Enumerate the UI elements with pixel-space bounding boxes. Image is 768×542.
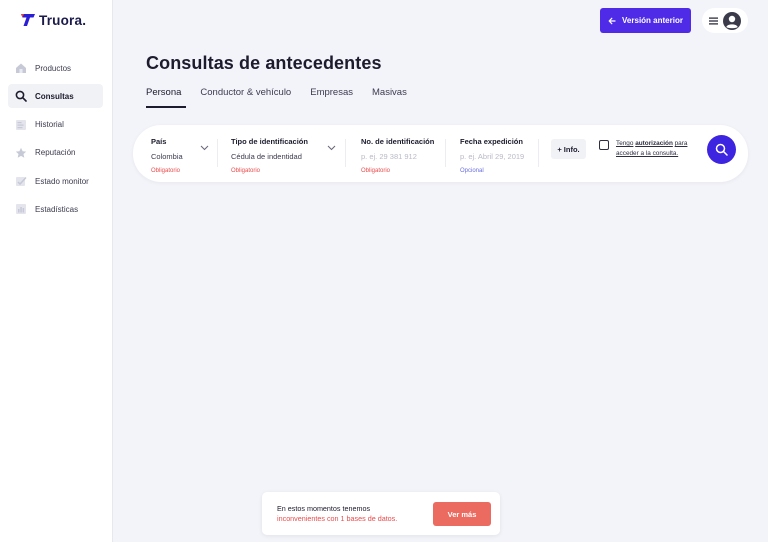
database-warning-toast: En estos momentos tenemos inconvenientes…	[262, 492, 500, 535]
history-icon	[15, 119, 27, 131]
arrow-left-icon	[608, 17, 616, 24]
id-type-required-note: Obligatorio	[231, 168, 261, 174]
previous-version-label: Versión anterior	[622, 16, 683, 25]
search-form: País Colombia Obligatorio Tipo de identi…	[133, 125, 748, 182]
id-type-value: Cédula de indentidad	[231, 152, 302, 161]
sidebar-item-consultas[interactable]: Consultas	[8, 84, 103, 109]
star-icon	[15, 147, 27, 159]
tab-conductor-vehiculo[interactable]: Conductor & vehículo	[200, 86, 291, 108]
sidebar-item-label: Estado monitor	[35, 176, 89, 186]
authorization-checkbox[interactable]	[599, 140, 609, 150]
id-type-select[interactable]: Tipo de identificación Cédula de indenti…	[231, 137, 308, 174]
see-more-button[interactable]: Ver más	[433, 502, 491, 526]
toast-line2: inconvenientes con 1 bases de datos.	[277, 514, 398, 523]
sidebar-item-reputacion[interactable]: Reputación	[8, 141, 103, 165]
sidebar-item-label: Historial	[35, 120, 64, 130]
field-divider	[445, 139, 446, 167]
auth-prefix: Tengo	[616, 140, 634, 147]
sidebar-item-label: Reputación	[35, 148, 76, 158]
toast-line1: En estos momentos tenemos	[277, 504, 371, 513]
query-tabs: Persona Conductor & vehículo Empresas Ma…	[146, 86, 426, 108]
id-number-required-note: Obligatorio	[361, 168, 391, 174]
search-icon	[15, 90, 27, 103]
chevron-down-icon[interactable]	[200, 145, 209, 151]
country-required-note: Obligatorio	[151, 168, 181, 174]
search-icon	[715, 143, 728, 156]
issue-date-optional-note: Opcional	[460, 168, 484, 174]
sidebar-item-historial[interactable]: Historial	[8, 113, 103, 137]
user-menu[interactable]	[702, 8, 748, 33]
stats-icon	[15, 203, 27, 215]
field-divider	[538, 139, 539, 167]
tab-persona[interactable]: Persona	[146, 86, 187, 108]
auth-bold: autorización	[635, 140, 673, 147]
sidebar-item-productos[interactable]: Productos	[8, 56, 103, 80]
previous-version-button[interactable]: Versión anterior	[600, 8, 691, 33]
search-button[interactable]	[707, 135, 736, 164]
country-value: Colombia	[151, 152, 183, 161]
sidebar-nav: Productos Consultas Historial Reputación…	[8, 56, 103, 226]
main-content: Versión anterior Consultas de antecedent…	[113, 0, 768, 542]
issue-date-label: Fecha expedición	[460, 137, 523, 146]
country-label: País	[151, 137, 167, 146]
sidebar-item-label: Consultas	[35, 91, 74, 101]
id-type-label: Tipo de identificación	[231, 137, 308, 146]
page-title: Consultas de antecedentes	[146, 53, 382, 73]
field-divider	[345, 139, 346, 167]
authorization-text: Tengo autorización para acceder a la con…	[616, 139, 706, 158]
country-select[interactable]: País Colombia Obligatorio	[151, 137, 183, 174]
toast-message: En estos momentos tenemos inconvenientes…	[277, 504, 397, 524]
monitor-icon	[15, 175, 27, 187]
issue-date-input[interactable]: p. ej. Abril 29, 2019	[460, 152, 524, 161]
truora-logo-icon	[21, 14, 35, 26]
brand-name: Truora.	[39, 12, 87, 28]
sidebar-item-estadisticas[interactable]: Estadísticas	[8, 197, 103, 221]
id-number-field[interactable]: No. de identificación p. ej. 29 381 912 …	[361, 137, 434, 174]
truora-logo[interactable]: Truora.	[20, 12, 86, 28]
home-icon	[15, 62, 27, 74]
id-number-label: No. de identificación	[361, 137, 435, 146]
sidebar: Truora. Productos Consultas Historial Re…	[0, 0, 113, 542]
tab-empresas[interactable]: Empresas	[310, 86, 353, 108]
id-number-input[interactable]: p. ej. 29 381 912	[361, 152, 434, 161]
more-info-button[interactable]: + Info.	[551, 139, 586, 159]
chevron-down-icon[interactable]	[327, 145, 336, 151]
sidebar-item-label: Productos	[35, 63, 72, 73]
field-divider	[217, 139, 218, 167]
user-avatar-icon	[723, 11, 741, 30]
tab-masivas[interactable]: Masivas	[372, 86, 407, 108]
hamburger-icon	[709, 17, 718, 24]
issue-date-field[interactable]: Fecha expedición p. ej. Abril 29, 2019 O…	[460, 137, 524, 174]
sidebar-item-label: Estadísticas	[35, 204, 79, 214]
sidebar-item-estado-monitor[interactable]: Estado monitor	[8, 169, 103, 193]
